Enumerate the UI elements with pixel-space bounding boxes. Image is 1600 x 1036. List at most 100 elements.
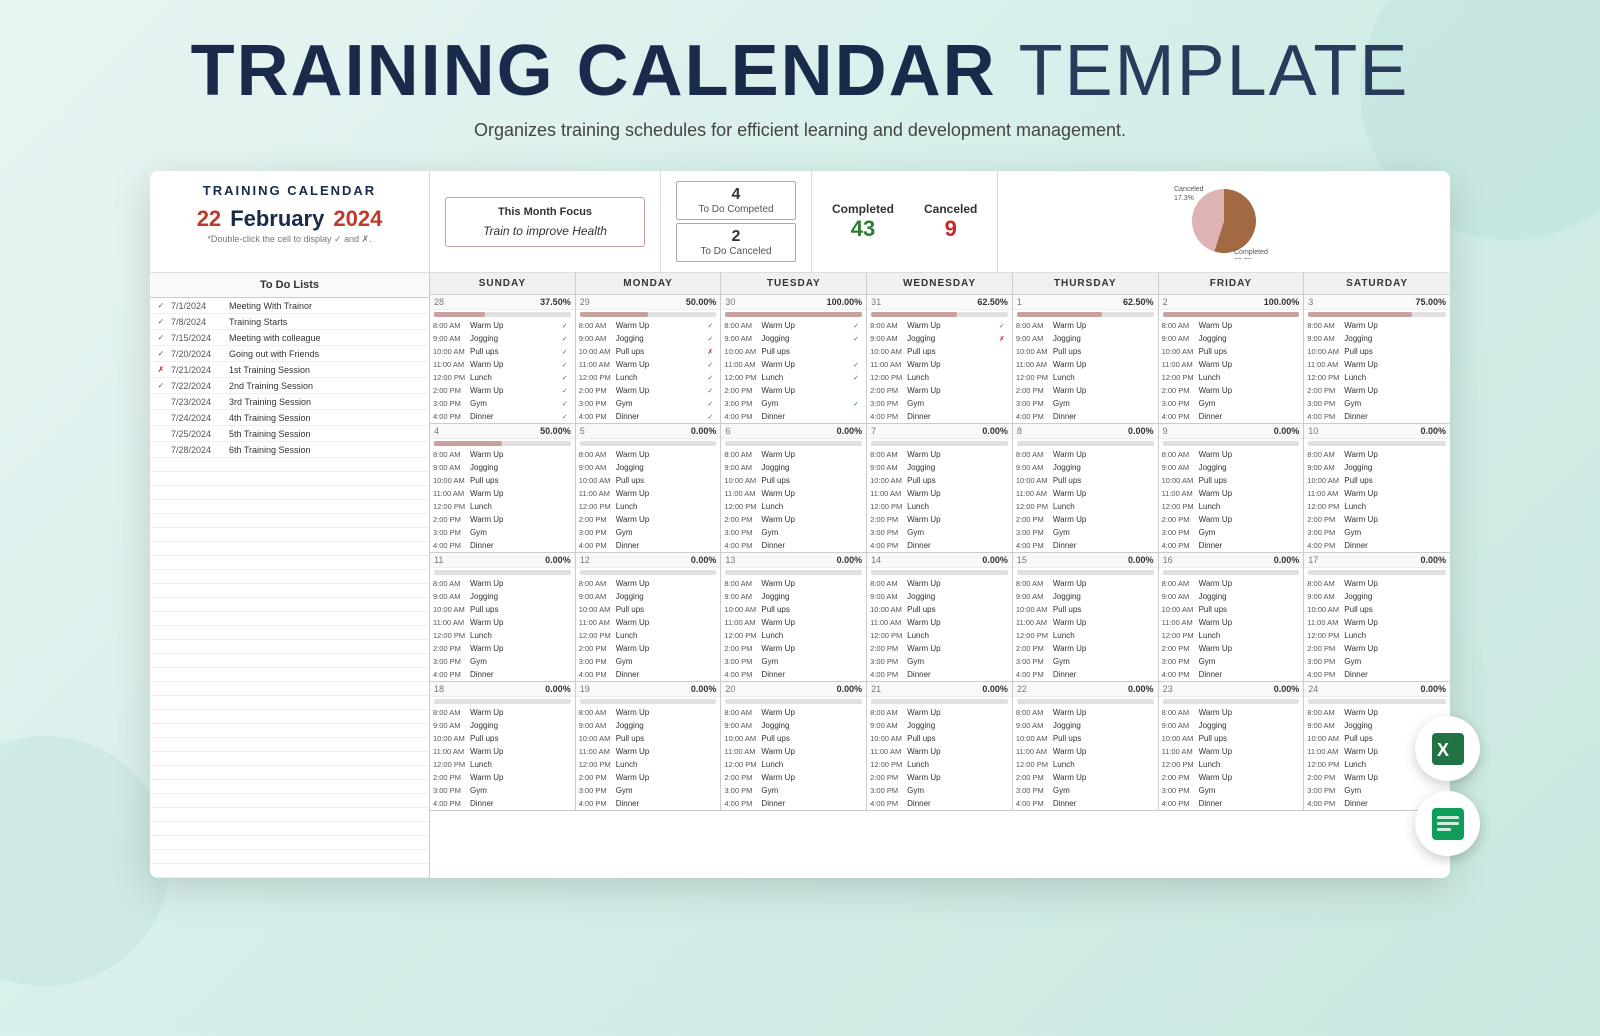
schedule-time: 3:00 PM	[870, 399, 905, 408]
day-cell: 23 0.00% 8:00 AM Warm Up 9:00 AM Jogging…	[1159, 682, 1305, 810]
schedule-activity: Lunch	[761, 631, 851, 640]
todo-desc: 2nd Training Session	[229, 381, 425, 391]
schedule-activity: Warm Up	[470, 515, 560, 524]
schedule-row: 12:00 PM Lunch	[867, 629, 1012, 642]
schedule-time: 11:00 AM	[1016, 489, 1051, 498]
day-cell: 22 0.00% 8:00 AM Warm Up 9:00 AM Jogging…	[1013, 682, 1159, 810]
schedule-time: 9:00 AM	[870, 463, 905, 472]
day-cell-header: 11 0.00%	[430, 553, 575, 568]
schedule-time: 10:00 AM	[724, 347, 759, 356]
day-pct: 0.00%	[982, 426, 1008, 436]
schedule-time: 4:00 PM	[579, 412, 614, 421]
schedule-activity: Jogging	[1053, 721, 1143, 730]
todo-item: 7/23/2024 3rd Training Session	[150, 394, 429, 410]
schedule-time: 12:00 PM	[1162, 631, 1197, 640]
todo-empty-row	[150, 570, 429, 584]
todo-item: 7/24/2024 4th Training Session	[150, 410, 429, 426]
schedule-time: 4:00 PM	[1307, 412, 1342, 421]
schedule-activity: Warm Up	[470, 450, 560, 459]
day-pct: 0.00%	[1420, 426, 1446, 436]
schedule-time: 2:00 PM	[1162, 386, 1197, 395]
schedule-activity: Jogging	[470, 463, 560, 472]
schedule-row: 9:00 AM Jogging	[867, 719, 1012, 732]
schedule-activity: Lunch	[470, 373, 560, 382]
schedule-row: 12:00 PM Lunch	[430, 629, 575, 642]
schedule-activity: Warm Up	[470, 489, 560, 498]
schedule-row: 12:00 PM Lunch	[1013, 371, 1158, 384]
schedule-activity: Warm Up	[1199, 579, 1289, 588]
schedule-time: 12:00 PM	[579, 502, 614, 511]
schedule-time: 11:00 AM	[724, 360, 759, 369]
todo-check: ✓	[154, 381, 168, 390]
todo-empty-row	[150, 822, 429, 836]
schedule-time: 10:00 AM	[579, 347, 614, 356]
schedule-row: 8:00 AM Warm Up	[576, 577, 721, 590]
schedule-row: 3:00 PM Gym	[1159, 784, 1304, 797]
day-cell-header: 19 0.00%	[576, 682, 721, 697]
schedule-time: 2:00 PM	[870, 515, 905, 524]
schedule-time: 10:00 AM	[1307, 734, 1342, 743]
schedule-time: 2:00 PM	[579, 386, 614, 395]
schedule-activity: Warm Up	[907, 644, 997, 653]
pct-fill	[1308, 312, 1411, 317]
schedule-row: 11:00 AM Warm Up	[1159, 616, 1304, 629]
day-number: 20	[725, 684, 735, 694]
schedule-activity: Warm Up	[761, 708, 851, 717]
schedule-row: 12:00 PM Lunch ✓	[576, 371, 721, 384]
schedule-row: 4:00 PM Dinner	[430, 668, 575, 681]
schedule-time: 4:00 PM	[433, 541, 468, 550]
schedule-time: 9:00 AM	[1016, 334, 1051, 343]
schedule-time: 9:00 AM	[1016, 463, 1051, 472]
schedule-row: 2:00 PM Warm Up	[1013, 513, 1158, 526]
todo-desc: 1st Training Session	[229, 365, 425, 375]
schedule-time: 9:00 AM	[1016, 592, 1051, 601]
schedule-activity: Warm Up	[616, 450, 706, 459]
schedule-row: 8:00 AM Warm Up	[721, 706, 866, 719]
schedule-time: 12:00 PM	[870, 502, 905, 511]
chart-area: Canceled 17.3% Completed 82.7%	[998, 171, 1450, 272]
schedule-row: 3:00 PM Gym	[867, 397, 1012, 410]
schedule-time: 11:00 AM	[1162, 747, 1197, 756]
schedule-time: 4:00 PM	[433, 799, 468, 808]
schedule-row: 2:00 PM Warm Up	[576, 642, 721, 655]
schedule-row: 3:00 PM Gym	[1304, 655, 1450, 668]
todo-desc: 6th Training Session	[229, 445, 425, 455]
schedule-row: 11:00 AM Warm Up	[1013, 358, 1158, 371]
todo-items-container: ✓ 7/1/2024 Meeting With Trainor ✓ 7/8/20…	[150, 298, 429, 458]
schedule-row: 12:00 PM Lunch	[576, 629, 721, 642]
schedule-activity: Warm Up	[616, 618, 706, 627]
schedule-time: 4:00 PM	[724, 541, 759, 550]
schedule-activity: Warm Up	[761, 644, 851, 653]
schedule-row: 12:00 PM Lunch	[1304, 629, 1450, 642]
schedule-row: 2:00 PM Warm Up	[721, 771, 866, 784]
excel-icon[interactable]: X	[1415, 716, 1480, 781]
day-cell-header: 16 0.00%	[1159, 553, 1304, 568]
info-bar: TRAINING CALENDAR 22 February 2024 *Doub…	[150, 171, 1450, 273]
schedule-check: ✓	[562, 361, 572, 369]
week-row: 28 37.50% 8:00 AM Warm Up ✓ 9:00 AM Jogg…	[430, 295, 1450, 424]
schedule-row: 11:00 AM Warm Up	[430, 487, 575, 500]
day-cell: 1 62.50% 8:00 AM Warm Up 9:00 AM Jogging…	[1013, 295, 1159, 423]
todo-empty-row	[150, 654, 429, 668]
schedule-activity: Dinner	[1199, 412, 1289, 421]
schedule-row: 12:00 PM Lunch	[867, 371, 1012, 384]
schedule-time: 10:00 AM	[1162, 605, 1197, 614]
day-cell: 14 0.00% 8:00 AM Warm Up 9:00 AM Jogging…	[867, 553, 1013, 681]
schedule-check: ✓	[999, 322, 1009, 330]
day-number: 6	[725, 426, 730, 436]
schedule-row: 12:00 PM Lunch	[721, 758, 866, 771]
schedule-row: 2:00 PM Warm Up	[721, 513, 866, 526]
schedule-activity: Jogging	[907, 463, 997, 472]
schedule-activity: Dinner	[470, 412, 560, 421]
pct-fill	[725, 312, 862, 317]
day-number: 10	[1308, 426, 1318, 436]
schedule-time: 4:00 PM	[433, 670, 468, 679]
sheets-icon[interactable]	[1415, 791, 1480, 856]
day-number: 2	[1163, 297, 1168, 307]
schedule-activity: Dinner	[761, 799, 851, 808]
schedule-activity: Gym	[470, 786, 560, 795]
schedule-row: 11:00 AM Warm Up	[1159, 745, 1304, 758]
schedule-activity: Lunch	[1053, 373, 1143, 382]
schedule-activity: Pull ups	[761, 347, 851, 356]
day-pct: 0.00%	[545, 555, 571, 565]
